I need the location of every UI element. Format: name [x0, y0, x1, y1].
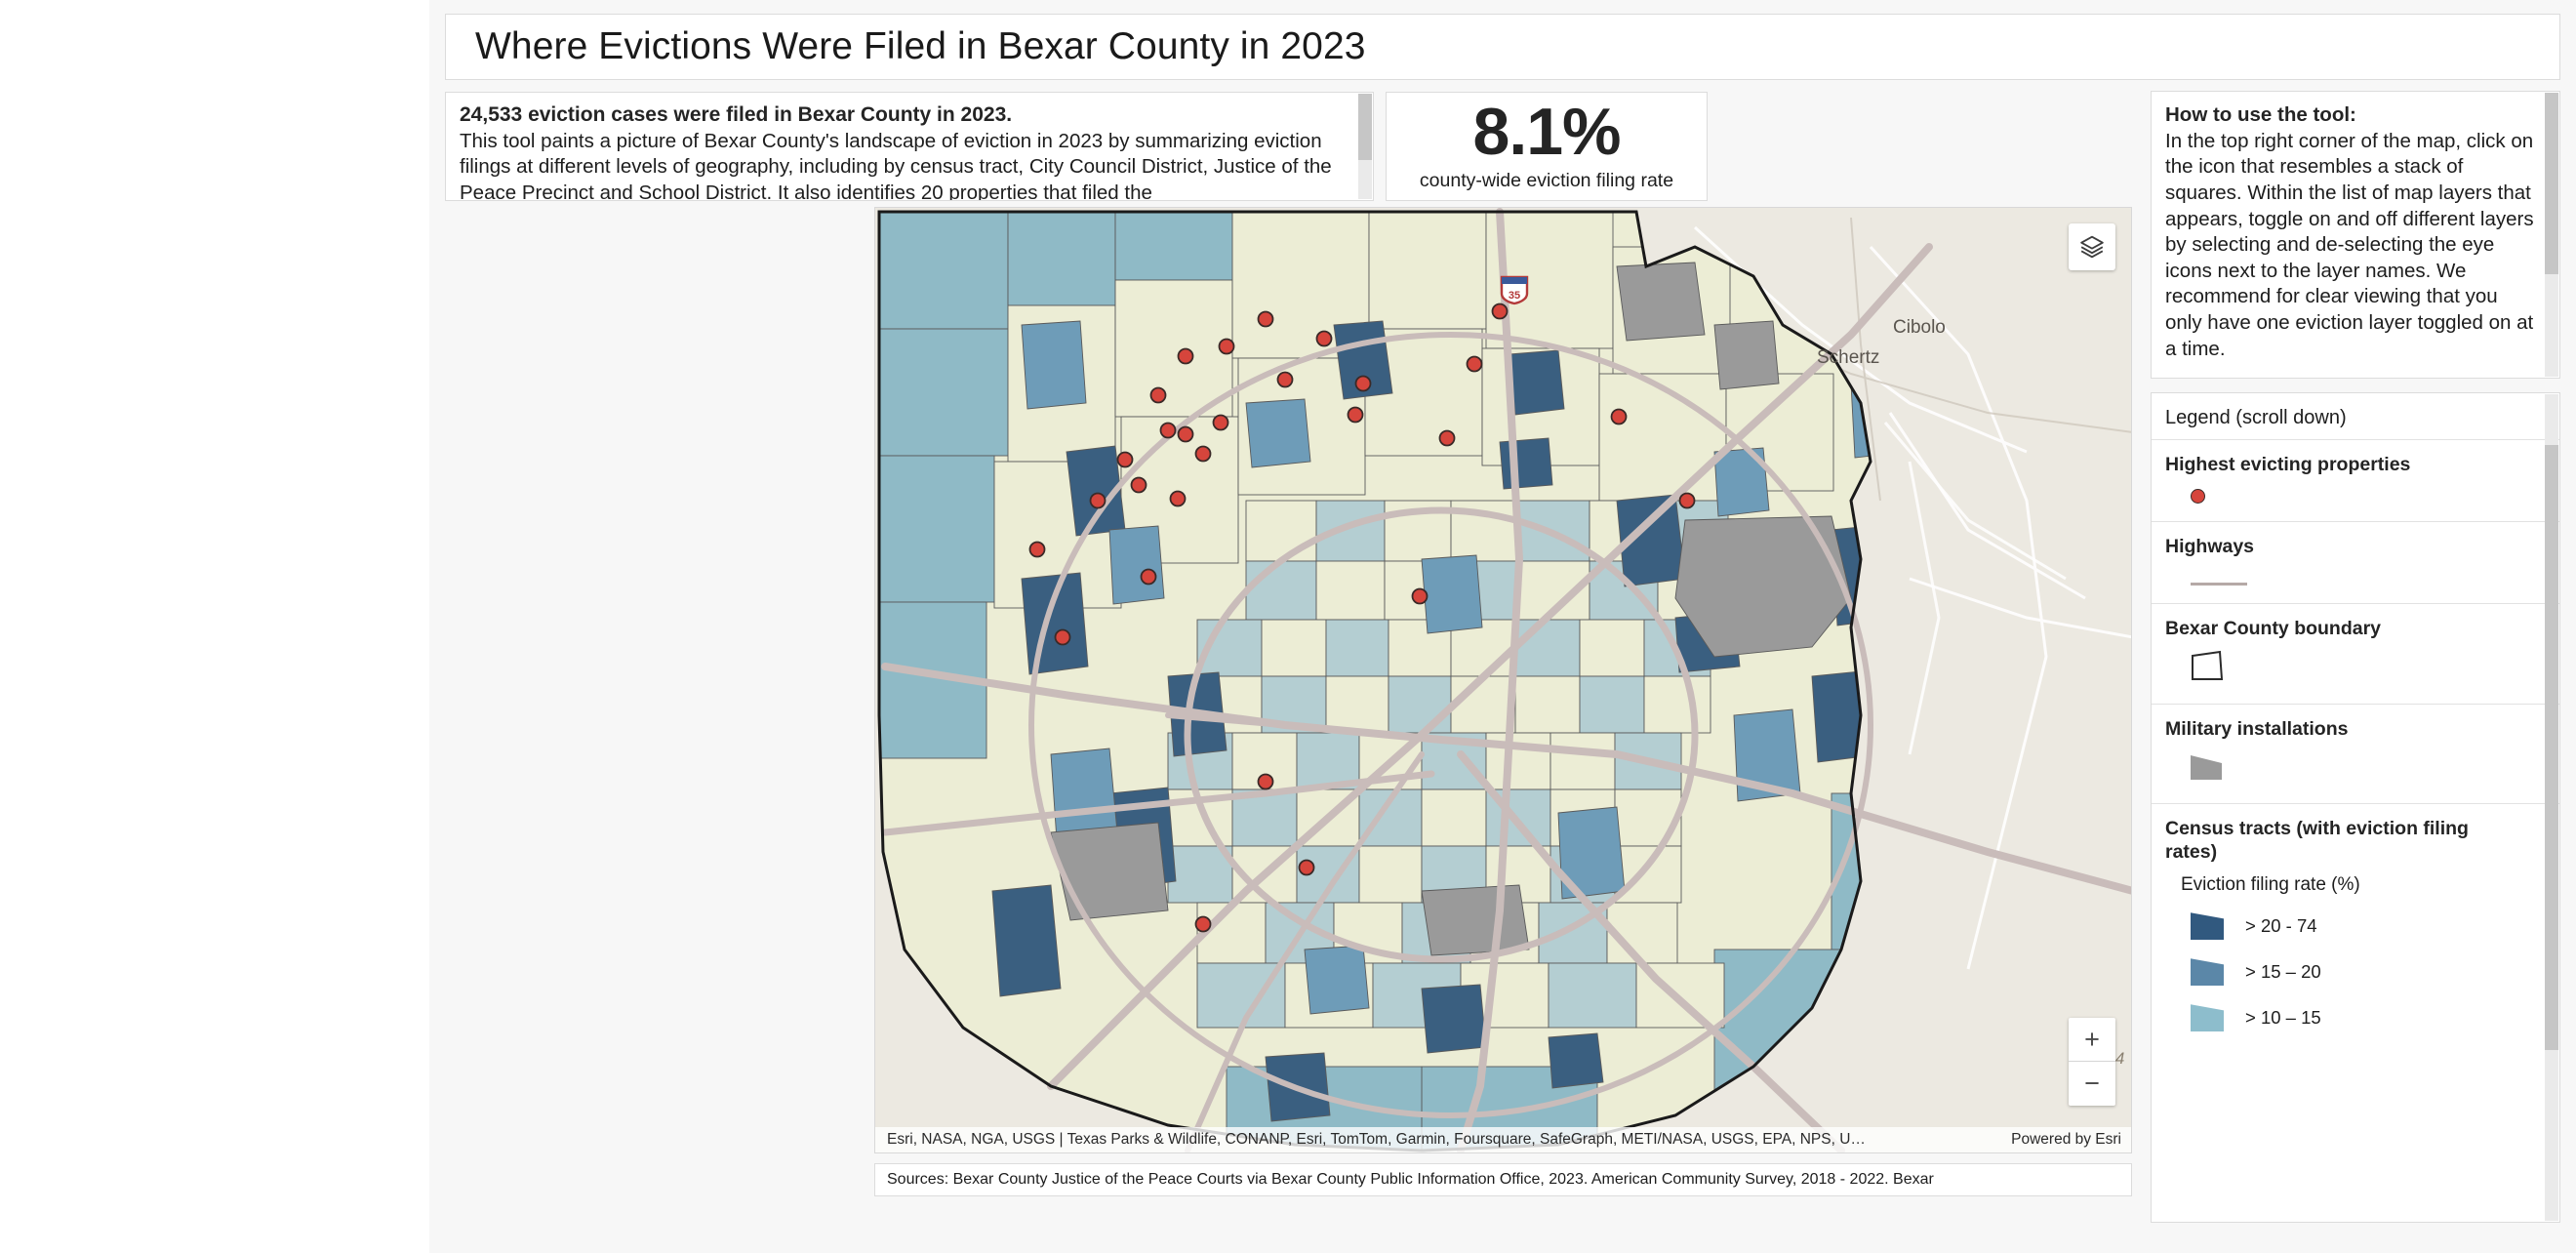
description-headline: 24,533 eviction cases were filed in Bexa… — [460, 103, 1013, 126]
legend-section-title: Highest evicting properties — [2165, 454, 2411, 475]
statistic-label: county-wide eviction filing rate — [1419, 169, 1674, 191]
class-swatch-icon — [2191, 958, 2224, 987]
how-to-scrollbar[interactable] — [2545, 93, 2558, 377]
legend-section-military-installations: Military installations — [2152, 705, 2559, 805]
class-swatch-icon — [2191, 912, 2224, 941]
outline-polygon-swatch-icon — [2191, 650, 2546, 686]
military-polygon-swatch-icon — [2191, 751, 2546, 786]
legend-section-title: Military installations — [2165, 718, 2349, 741]
line-swatch-icon — [2191, 582, 2247, 586]
legend-measure-label: Eviction filing rate (%) — [2181, 873, 2360, 895]
legend-class-row: > 10 – 15 — [2191, 995, 2546, 1041]
dashboard-app: Where Evictions Were Filed in Bexar Coun… — [429, 0, 2576, 1253]
dashboard-title-bar: Where Evictions Were Filed in Bexar Coun… — [445, 14, 2560, 80]
legend-class-row: > 20 - 74 — [2191, 904, 2546, 950]
map-zoom-controls[interactable]: + − — [2069, 1018, 2115, 1106]
legend-section-highways: Highways — [2152, 522, 2559, 604]
right-sidebar: How to use the tool: In the top right co… — [2151, 91, 2560, 1223]
legend-section-bexar-county-boundary: Bexar County boundary — [2152, 604, 2559, 706]
class-label: > 20 - 74 — [2245, 915, 2317, 937]
attribution-sources: Esri, NASA, NGA, USGS | Texas Parks & Wi… — [887, 1131, 1866, 1148]
legend-section-title: Highways — [2165, 535, 2255, 557]
zoom-in-button[interactable]: + — [2069, 1018, 2115, 1062]
legend-section-title: Census tracts (with eviction filing rate… — [2165, 818, 2469, 863]
map-container[interactable]: Cibolo Schertz 35 804 + − Esri, NA — [874, 207, 2132, 1153]
class-label: > 10 – 15 — [2245, 1007, 2321, 1029]
class-label: > 15 – 20 — [2245, 961, 2321, 983]
how-to-paragraph-1: In the top right corner of the map, clic… — [2165, 129, 2534, 360]
legend-panel: Legend (scroll down) Highest evicting pr… — [2151, 392, 2560, 1223]
layers-stack-icon[interactable] — [2069, 223, 2115, 270]
map-canvas[interactable] — [875, 208, 2131, 1152]
page-title: Where Evictions Were Filed in Bexar Coun… — [475, 25, 1366, 67]
description-scrollbar[interactable] — [1358, 94, 1372, 199]
legend-section-title: Bexar County boundary — [2165, 617, 2382, 639]
legend-section-census-tracts: Census tracts (with eviction filing rate… — [2152, 804, 2559, 1059]
legend-scrollbar[interactable] — [2545, 394, 2558, 1221]
legend-class-row: > 15 – 20 — [2191, 950, 2546, 995]
sources-text: Sources: Bexar County Justice of the Pea… — [887, 1171, 1934, 1188]
statistic-value: 8.1% — [1472, 95, 1622, 170]
zoom-out-button[interactable]: − — [2069, 1062, 2115, 1106]
sources-panel: Sources: Bexar County Justice of the Pea… — [874, 1163, 2132, 1196]
how-to-title: How to use the tool: — [2165, 103, 2356, 126]
statistic-card: 8.1% county-wide eviction filing rate — [1386, 92, 1708, 201]
how-to-panel: How to use the tool: In the top right co… — [2151, 91, 2560, 379]
class-swatch-icon — [2191, 1004, 2224, 1032]
legend-header: Legend (scroll down) — [2165, 407, 2347, 428]
map-attribution: Esri, NASA, NGA, USGS | Texas Parks & Wi… — [875, 1127, 2131, 1152]
description-body: This tool paints a picture of Bexar Coun… — [460, 130, 1332, 201]
point-marker-swatch-icon — [2191, 488, 2205, 504]
legend-section-highest-evicting-properties: Highest evicting properties — [2152, 440, 2559, 522]
description-panel: 24,533 eviction cases were filed in Bexa… — [445, 92, 1374, 201]
legend-sections: Highest evicting properties Highways Bex… — [2152, 439, 2559, 1059]
powered-by-esri: Powered by Esri — [2011, 1131, 2121, 1148]
